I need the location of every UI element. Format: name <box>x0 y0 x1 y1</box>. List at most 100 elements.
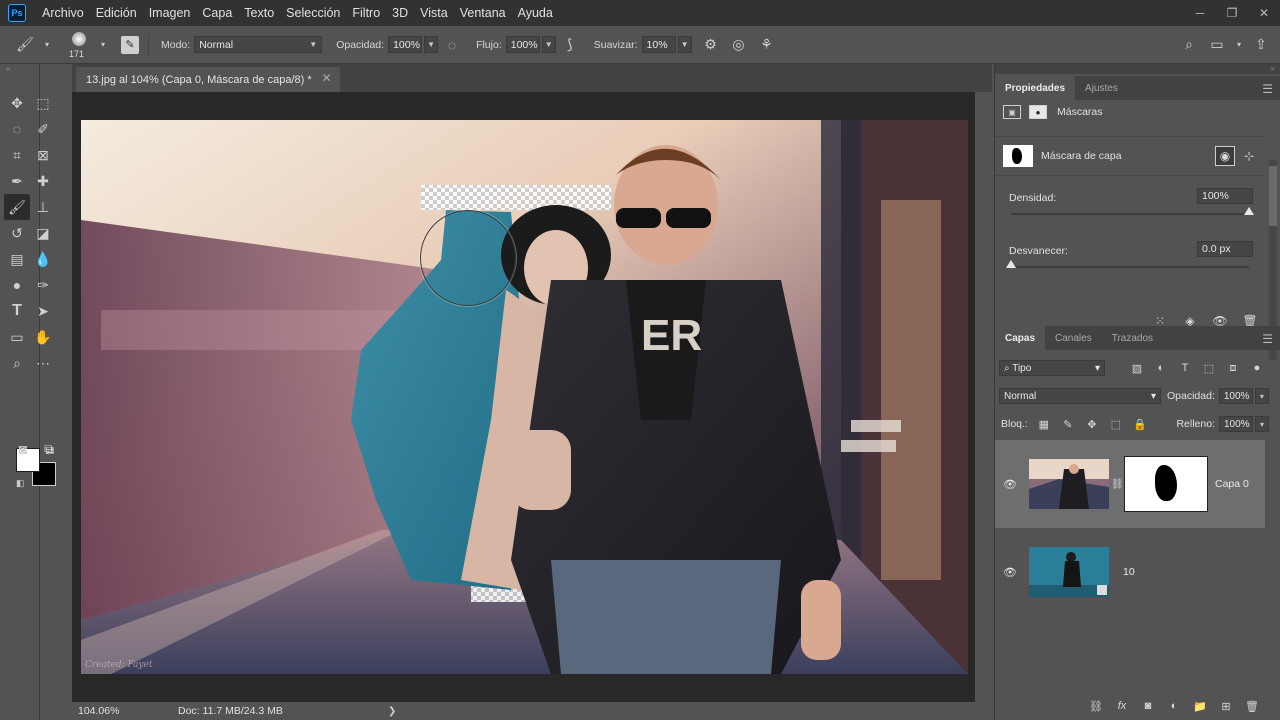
brush-settings-icon[interactable]: ✎ <box>121 35 139 54</box>
brush-tool-icon[interactable]: 🖌 <box>14 34 36 56</box>
filter-shape-icon[interactable]: ⬚ <box>1200 359 1218 377</box>
quick-mask-icon[interactable]: ◙ <box>10 436 36 462</box>
density-input[interactable]: 100% <box>1197 188 1253 204</box>
blend-mode-select[interactable]: Normal ▾ <box>999 388 1161 404</box>
scrollbar-knob[interactable] <box>1269 166 1277 226</box>
lock-image-icon[interactable]: ✎ <box>1059 415 1077 433</box>
add-mask-icon[interactable]: ◙ <box>1139 697 1157 715</box>
layers-panel-menu-icon[interactable]: ☰ <box>1262 332 1273 346</box>
hand-tool-icon[interactable]: ✋ <box>30 324 56 350</box>
layer-name[interactable]: Capa 0 <box>1215 478 1249 490</box>
marquee-tool-icon[interactable]: ⬚ <box>30 90 56 116</box>
more-tools-icon[interactable]: ⋯ <box>30 350 56 376</box>
screen-mode-icon[interactable]: ⧉ <box>36 436 62 462</box>
menu-3d[interactable]: 3D <box>388 6 412 20</box>
workspace-icon[interactable]: ▭ <box>1206 34 1228 56</box>
filter-smart-object-icon[interactable]: ⧈ <box>1224 359 1242 377</box>
brush-picker-chevron-icon[interactable]: ▾ <box>98 34 108 56</box>
pen-tool-icon[interactable]: ✑ <box>30 272 56 298</box>
layer-name[interactable]: 10 <box>1123 566 1135 578</box>
status-menu-arrow-icon[interactable]: ❯ <box>388 706 396 717</box>
gear-icon[interactable]: ⚙ <box>700 34 722 56</box>
add-pixel-mask-icon[interactable]: ◉ <box>1215 146 1235 166</box>
mode-select[interactable]: Normal ▼ <box>194 36 323 53</box>
menu-archivo[interactable]: Archivo <box>38 6 88 20</box>
default-colors-icon[interactable]: ◧ <box>16 478 25 489</box>
layer-row[interactable]: 👁 ⛓ Capa 0 <box>995 440 1265 528</box>
brush-tool-icon[interactable]: 🖌 <box>4 194 30 220</box>
canvas-area[interactable]: ER Created: Fayet <box>72 92 975 702</box>
layer-opacity-dropdown-icon[interactable]: ▾ <box>1254 388 1269 404</box>
quick-selection-tool-icon[interactable]: ✐ <box>30 116 56 142</box>
mask-link-icon[interactable]: ⛓ <box>1111 479 1124 490</box>
layer-thumbnail[interactable] <box>1029 459 1109 509</box>
lock-transparent-icon[interactable]: ▦ <box>1035 415 1053 433</box>
search-icon[interactable]: ⌕ <box>1178 34 1200 56</box>
move-tool-icon[interactable]: ✥ <box>4 90 30 116</box>
tab-channels[interactable]: Canales <box>1045 326 1102 350</box>
crop-tool-icon[interactable]: ⌗ <box>4 142 30 168</box>
blur-tool-icon[interactable]: 💧 <box>30 246 56 272</box>
tool-preset-chevron-icon[interactable]: ▾ <box>42 34 52 56</box>
healing-brush-tool-icon[interactable]: ✚ <box>30 168 56 194</box>
layer-thumbnail[interactable] <box>1029 547 1109 597</box>
density-slider-track[interactable] <box>1011 213 1249 215</box>
pressure-opacity-icon[interactable]: ◌ <box>441 34 463 56</box>
tab-paths[interactable]: Trazados <box>1102 326 1163 350</box>
feather-input[interactable]: 0.0 px <box>1197 241 1253 257</box>
visibility-eye-icon[interactable]: 👁 <box>995 566 1025 579</box>
panel-menu-icon[interactable]: ☰ <box>1262 82 1273 96</box>
document-tab[interactable]: 13.jpg al 104% (Capa 0, Máscara de capa/… <box>76 67 340 92</box>
workspace-chevron-icon[interactable]: ▾ <box>1234 34 1244 56</box>
visibility-eye-icon[interactable]: 👁 <box>995 478 1025 491</box>
document-canvas[interactable]: ER Created: Fayet <box>81 120 968 674</box>
filter-type-icon[interactable]: T <box>1176 359 1194 377</box>
tab-adjustments[interactable]: Ajustes <box>1075 76 1128 100</box>
layer-opacity-input[interactable]: 100% <box>1218 388 1253 404</box>
fill-dropdown-icon[interactable]: ▾ <box>1255 416 1269 432</box>
brush-preset-picker[interactable]: 171 <box>65 27 95 63</box>
tab-layers[interactable]: Capas <box>995 326 1046 350</box>
zoom-level[interactable]: 104.06% <box>72 705 148 717</box>
flow-input[interactable]: 100% <box>505 36 540 53</box>
menu-imagen[interactable]: Imagen <box>145 6 195 20</box>
menu-ventana[interactable]: Ventana <box>456 6 510 20</box>
add-vector-mask-icon[interactable]: ⊹ <box>1239 146 1259 166</box>
zoom-tool-icon[interactable]: ⌕ <box>4 350 30 376</box>
layer-filter-select[interactable]: ⌕ Tipo ▾ <box>999 360 1105 376</box>
fill-input[interactable]: 100% <box>1219 416 1253 432</box>
filter-pixel-icon[interactable]: ▨ <box>1128 359 1146 377</box>
new-adjustment-layer-icon[interactable]: ◐ <box>1165 697 1183 715</box>
menu-ayuda[interactable]: Ayuda <box>514 6 557 20</box>
tab-properties[interactable]: Propiedades <box>995 76 1076 100</box>
type-tool-icon[interactable]: T <box>4 298 30 324</box>
feather-slider-track[interactable] <box>1011 266 1249 268</box>
eyedropper-tool-icon[interactable]: ✒ <box>4 168 30 194</box>
lock-artboard-icon[interactable]: ⬚ <box>1107 415 1125 433</box>
layer-mask-thumbnail[interactable] <box>1124 456 1208 512</box>
link-layers-icon[interactable]: ⛓ <box>1087 697 1105 715</box>
feather-slider-thumb[interactable] <box>1006 260 1016 268</box>
pixel-mask-icon[interactable]: ▣ <box>1003 105 1021 119</box>
menu-vista[interactable]: Vista <box>416 6 452 20</box>
history-brush-tool-icon[interactable]: ↺ <box>4 220 30 246</box>
opacity-input[interactable]: 100% <box>388 36 423 53</box>
menu-texto[interactable]: Texto <box>240 6 278 20</box>
layer-style-icon[interactable]: fx <box>1113 697 1131 715</box>
layer-row[interactable]: 👁 10 <box>995 528 1265 616</box>
smoothing-dropdown-icon[interactable]: ▼ <box>677 36 692 53</box>
rectangle-tool-icon[interactable]: ▭ <box>4 324 30 350</box>
menu-seleccion[interactable]: Selección <box>282 6 344 20</box>
gradient-tool-icon[interactable]: ▤ <box>4 246 30 272</box>
menu-capa[interactable]: Capa <box>198 6 236 20</box>
path-selection-tool-icon[interactable]: ➤ <box>30 298 56 324</box>
lock-position-icon[interactable]: ✥ <box>1083 415 1101 433</box>
eraser-tool-icon[interactable]: ◪ <box>30 220 56 246</box>
symmetry-icon[interactable]: ⚘ <box>756 34 778 56</box>
lasso-tool-icon[interactable]: ◌ <box>4 116 30 142</box>
frame-tool-icon[interactable]: ⊠ <box>30 142 56 168</box>
filter-adjustment-icon[interactable]: ◐ <box>1152 359 1170 377</box>
minimize-icon[interactable]: ─ <box>1184 0 1216 26</box>
flow-dropdown-icon[interactable]: ▼ <box>541 36 556 53</box>
smoothing-input[interactable]: 10% <box>641 36 676 53</box>
